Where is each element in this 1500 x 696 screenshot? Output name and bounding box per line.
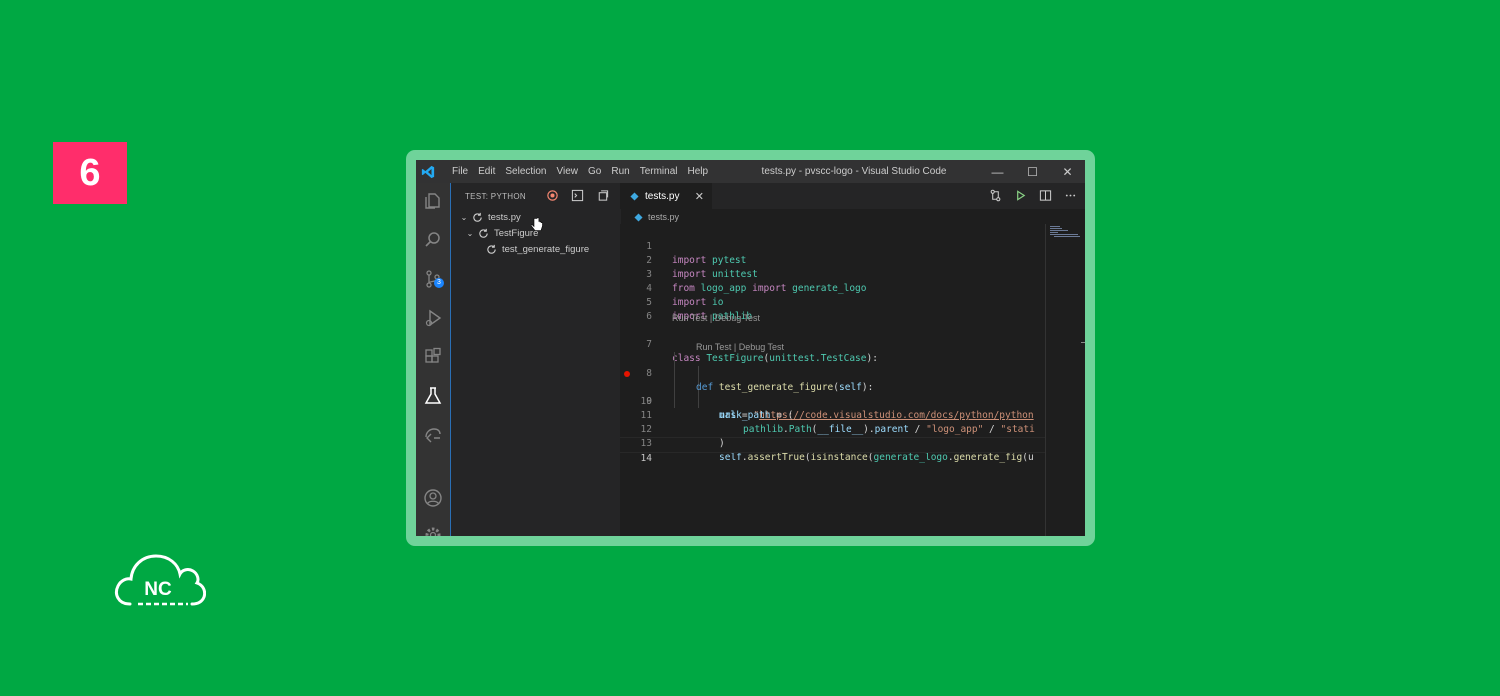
codelens-run-debug[interactable]: Run Test | Debug Test [672,312,760,324]
test-explorer-sidebar: TEST: PYTHON ⌄ tests.py ⌄ TestFigure tes… [450,183,621,536]
code-line: 12 ) [640,424,725,449]
settings-gear-icon[interactable] [423,525,443,536]
code-line: 10 mask_path = ( [640,396,794,421]
remote-explorer-icon[interactable] [423,425,443,445]
refresh-icon [473,212,482,222]
explorer-icon[interactable] [423,191,443,211]
window-title: tests.py - pvscc-logo - Visual Studio Co… [761,166,947,177]
codelens-run-debug[interactable]: Run Test | Debug Test [696,341,784,353]
menu-selection[interactable]: Selection [500,160,551,183]
menu-bar: File Edit Selection View Go Run Terminal… [447,160,713,183]
menu-terminal[interactable]: Terminal [635,160,683,183]
python-file-icon [630,191,639,201]
more-actions-icon[interactable] [1064,189,1077,202]
python-file-icon [634,212,643,222]
testing-icon[interactable] [423,386,443,406]
run-debug-icon[interactable] [423,308,443,328]
code-line: 11 pathlib.Path(__file__).parent / "logo… [640,410,1035,435]
refresh-icon [479,228,488,238]
chevron-down-icon: ⌄ [466,228,474,238]
menu-go[interactable]: Go [583,160,606,183]
menu-view[interactable]: View [552,160,584,183]
code-line: 4 import io [646,283,724,308]
code-line: 6 [646,311,652,322]
scm-count-badge: 3 [434,278,444,288]
close-window-button[interactable]: ✕ [1050,160,1085,183]
menu-file[interactable]: File [447,160,473,183]
tab-label: tests.py [645,190,680,202]
breadcrumb[interactable]: tests.py [634,210,679,224]
open-changes-icon[interactable] [989,189,1002,202]
menu-help[interactable]: Help [683,160,714,183]
vscode-window: File Edit Selection View Go Run Terminal… [416,160,1085,536]
current-line: 14 [620,437,1045,464]
minimize-button[interactable]: — [980,160,1015,183]
code-editor[interactable]: 1 import pytest 2 import unittest 3 from… [620,224,1045,536]
run-file-icon[interactable] [1014,189,1027,202]
menu-run[interactable]: Run [606,160,634,183]
editor-tabs: tests.py ✕ [620,183,1085,209]
tree-item-label: tests.py [488,211,521,223]
title-bar: File Edit Selection View Go Run Terminal… [416,160,1085,183]
code-line: 1 import pytest [646,241,747,266]
show-output-icon[interactable] [571,189,584,202]
run-tests-icon[interactable] [546,189,559,202]
code-line: 7 class TestFigure(unittest.TestCase): [646,339,878,364]
cloud-logo: NC [112,550,207,610]
code-line: 13 self.assertTrue(isinstance(generate_l… [640,438,1034,463]
hand-cursor-icon [531,217,543,231]
collapse-all-icon[interactable] [596,189,609,202]
search-icon[interactable] [423,230,443,250]
extensions-icon[interactable] [423,347,443,367]
step-number-badge: 6 [53,142,127,204]
refresh-icon [487,244,496,254]
code-line: 2 import unittest [646,255,758,280]
code-line: 5 import pathlib [646,297,753,322]
tree-item-test-generate-figure[interactable]: test_generate_figure [451,241,621,257]
brand-text: NC [144,579,172,600]
sidebar-header: TEST: PYTHON [451,183,621,231]
chevron-down-icon: ⌄ [460,212,468,222]
minimap[interactable] [1045,224,1085,536]
menu-edit[interactable]: Edit [473,160,500,183]
tree-item-label: test_generate_figure [502,243,590,255]
maximize-button[interactable]: ☐ [1015,160,1050,183]
activity-bar: 3 [416,183,450,536]
sidebar-title: TEST: PYTHON [465,191,526,201]
split-editor-icon[interactable] [1039,189,1052,202]
code-line: 9 url = "https://code.visualstudio.com/d… [620,367,1045,421]
breakpoint-icon[interactable] [624,371,630,377]
code-line: 3 from logo_app import generate_logo [646,269,867,294]
close-tab-icon[interactable]: ✕ [695,190,704,203]
breadcrumb-file: tests.py [648,212,680,222]
code-line: 8 def test_generate_figure(self): [646,368,874,393]
account-icon[interactable] [423,488,443,508]
vscode-logo-icon [421,165,435,178]
tab-tests-py[interactable]: tests.py ✕ [620,183,712,209]
screenshot-frame: File Edit Selection View Go Run Terminal… [406,150,1095,546]
